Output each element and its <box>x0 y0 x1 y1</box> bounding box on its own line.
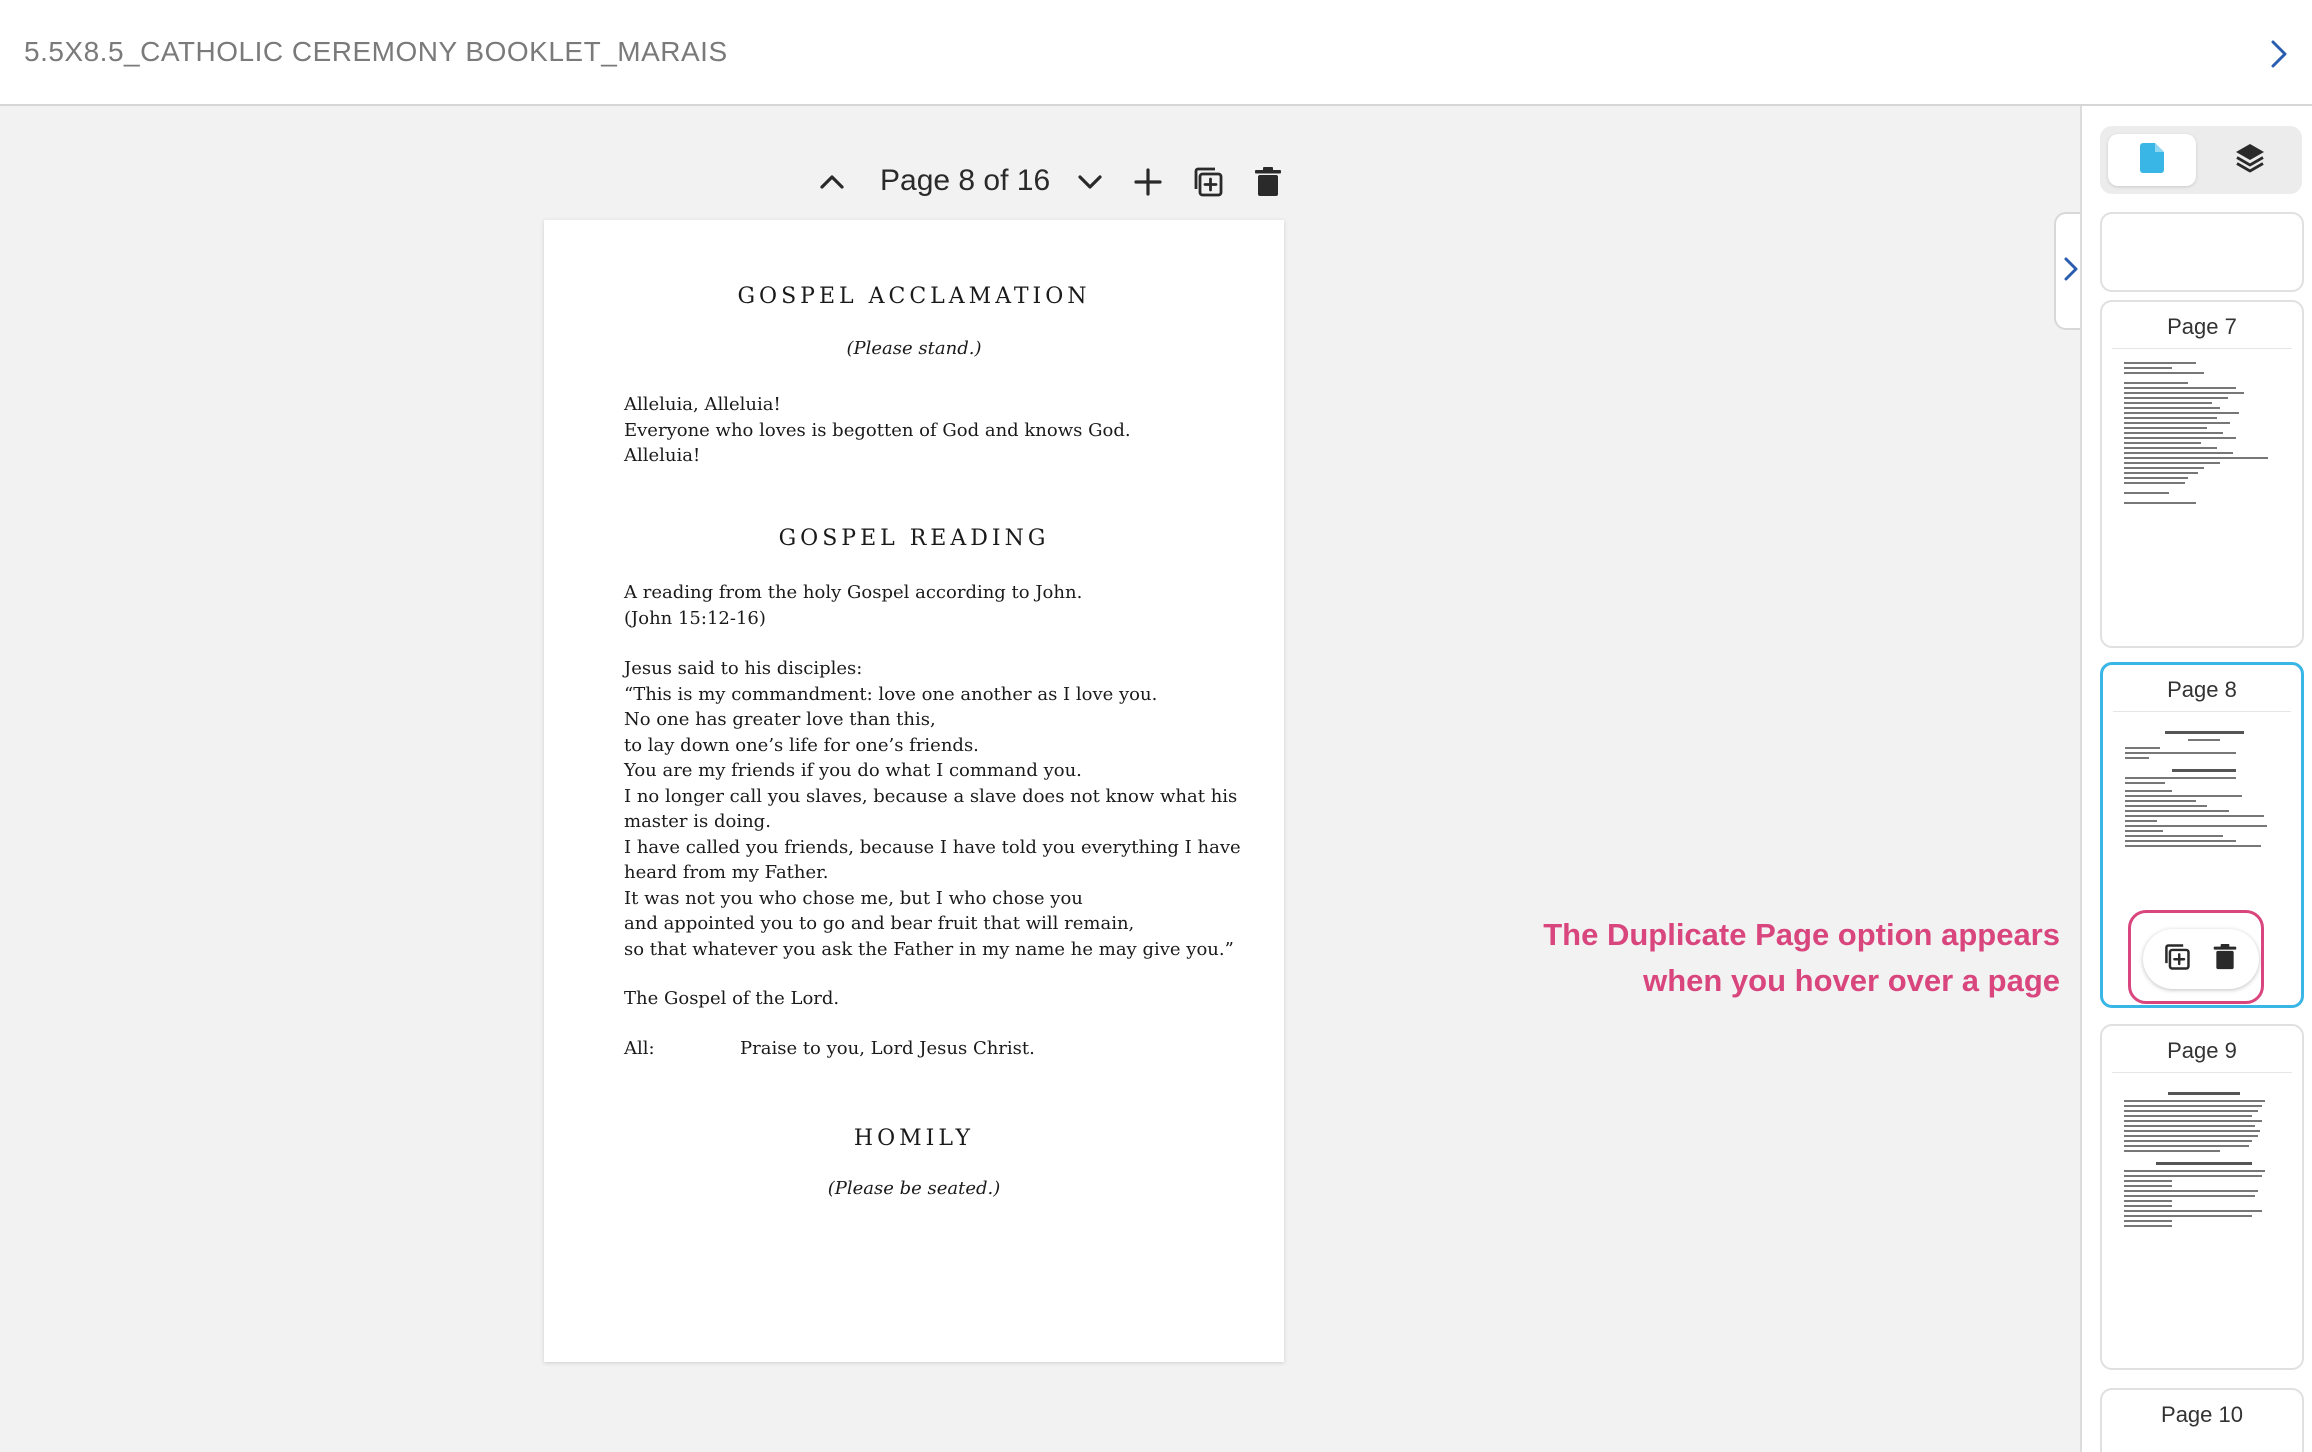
chevron-right-icon[interactable] <box>2258 34 2298 74</box>
gospel-reading-heading: GOSPEL READING <box>778 526 1050 551</box>
trash-icon <box>1253 166 1283 203</box>
chevron-right-icon <box>2060 254 2082 289</box>
gospel-reading-intro: A reading from the holy Gospel according… <box>624 582 1083 629</box>
page-thumbnail-9[interactable]: Page 9 <box>2100 1024 2304 1370</box>
page-thumbnail-10[interactable]: Page 10 <box>2100 1388 2304 1452</box>
page-indicator: Page 8 of 16 <box>880 164 1051 197</box>
homily-instruction: (Please be seated.) <box>827 1178 1001 1199</box>
page-thumbnail[interactable] <box>2100 212 2304 292</box>
thumbnail-preview <box>2124 362 2284 507</box>
thumbnail-label: Page 7 <box>2167 314 2237 339</box>
pages-view-button[interactable] <box>2108 134 2196 186</box>
gospel-acclamation-heading: GOSPEL ACCLAMATION <box>737 284 1091 309</box>
thumbnail-label: Page 10 <box>2161 1402 2243 1427</box>
app-header: 5.5X8.5_CATHOLIC CEREMONY BOOKLET_MARAIS <box>0 0 2312 106</box>
document-icon <box>2137 140 2167 181</box>
homily-heading: HOMILY <box>853 1126 975 1151</box>
response-text: Praise to you, Lord Jesus Christ. <box>740 1038 1035 1059</box>
thumbnail-preview <box>2124 1086 2284 1230</box>
sidebar-view-switcher <box>2100 126 2302 194</box>
plus-icon <box>1132 166 1164 203</box>
thumbnail-label: Page 9 <box>2167 1038 2237 1063</box>
gospel-closing: The Gospel of the Lord. <box>624 988 840 1009</box>
page-canvas[interactable]: GOSPEL ACCLAMATION (Please stand.) Allel… <box>544 220 1284 1362</box>
duplicate-page-button[interactable] <box>1182 158 1234 210</box>
pages-sidebar: Page 7 Page 8 Page 9 Page 10 <box>2080 106 2312 1452</box>
page-toolbar: Page 8 of 16 <box>800 158 1300 210</box>
next-page-button[interactable] <box>1064 158 1116 210</box>
chevron-down-icon <box>1074 166 1106 203</box>
annotation-highlight <box>2128 910 2264 1004</box>
gospel-reading-body: Jesus said to his disciples: “This is my… <box>624 658 1241 960</box>
chevron-up-icon <box>816 166 848 203</box>
document-title: 5.5X8.5_CATHOLIC CEREMONY BOOKLET_MARAIS <box>24 36 728 67</box>
annotation-callout: The Duplicate Page option appears when y… <box>1543 917 2060 998</box>
layers-view-button[interactable] <box>2206 134 2294 186</box>
thumbnail-label: Page 8 <box>2167 677 2237 702</box>
layers-icon <box>2233 141 2267 180</box>
add-page-button[interactable] <box>1122 158 1174 210</box>
previous-page-button[interactable] <box>806 158 858 210</box>
page-thumbnail-7[interactable]: Page 7 <box>2100 300 2304 648</box>
gospel-acclamation-instruction: (Please stand.) <box>846 338 982 359</box>
thumbnail-preview <box>2125 725 2283 850</box>
gospel-acclamation-text: Alleluia, Alleluia! Everyone who loves i… <box>624 394 1131 466</box>
response-label: All: <box>624 1038 655 1059</box>
duplicate-icon <box>1191 165 1225 204</box>
delete-page-button[interactable] <box>1242 158 1294 210</box>
